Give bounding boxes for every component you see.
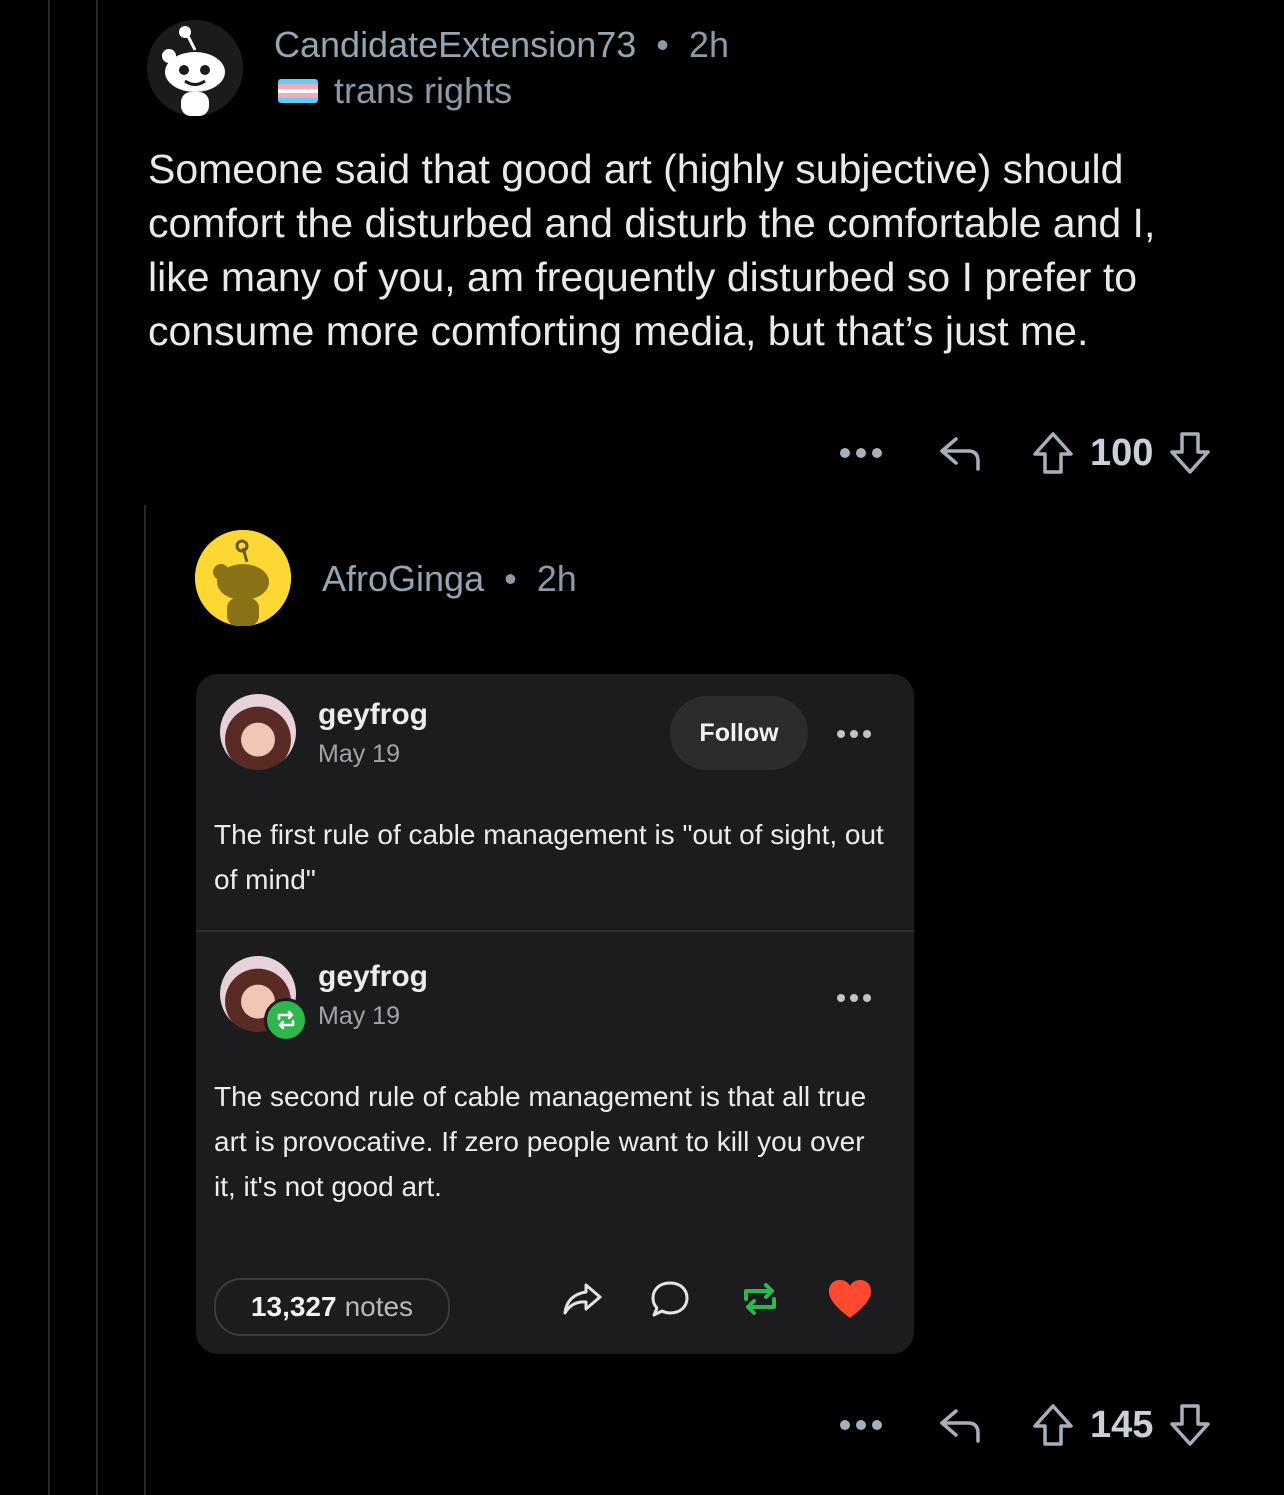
comment-meta: CandidateExtension73 • 2h [274, 24, 729, 66]
comment-actions: 145 [836, 1402, 1215, 1448]
thread-line [96, 0, 98, 1495]
comment-body: Someone said that good art (highly subje… [148, 146, 1156, 354]
reply-icon[interactable] [934, 433, 984, 473]
upvote-icon[interactable] [1028, 430, 1078, 476]
heart-icon[interactable] [826, 1278, 874, 1320]
reblog-icon [277, 1010, 295, 1030]
more-icon[interactable] [836, 990, 872, 1008]
vote-score: 100 [1090, 431, 1154, 474]
comment-meta: AfroGinga • 2h [322, 558, 577, 600]
follow-button[interactable]: Follow [670, 696, 808, 770]
username[interactable]: CandidateExtension73 [274, 24, 636, 65]
post-author: geyfrog [318, 960, 429, 993]
divider [196, 930, 914, 932]
thread-line [48, 0, 50, 1495]
more-icon[interactable] [836, 1419, 886, 1431]
upvote-icon[interactable] [1028, 1402, 1078, 1448]
comment-actions: 100 [836, 430, 1215, 476]
meta-separator: • [656, 24, 669, 65]
timestamp: 2h [536, 558, 577, 599]
post-date: May 19 [318, 740, 400, 768]
notes-number: 13,327 [250, 1291, 337, 1322]
tumblr-avatar [220, 694, 296, 770]
thread-line [144, 505, 146, 1495]
trans-flag-icon [278, 79, 318, 103]
share-icon[interactable] [558, 1279, 606, 1319]
post-text: The second rule of cable management is t… [214, 1081, 867, 1202]
timestamp: 2h [688, 24, 729, 65]
user-flair: trans rights [278, 70, 512, 112]
notes-label: notes [344, 1291, 414, 1322]
meta-separator: • [504, 558, 517, 599]
more-icon[interactable] [836, 447, 886, 459]
username[interactable]: AfroGinga [322, 558, 484, 599]
notes-count[interactable]: 13,327 notes [214, 1278, 450, 1336]
post-actions [558, 1278, 874, 1320]
downvote-icon[interactable] [1165, 1402, 1215, 1448]
vote-score: 145 [1090, 1403, 1154, 1446]
reply-icon[interactable] [934, 1405, 984, 1445]
reblog-badge [264, 998, 308, 1042]
flair-text: trans rights [334, 70, 513, 111]
post-text: The first rule of cable management is "o… [214, 819, 884, 895]
comment-icon[interactable] [646, 1279, 694, 1319]
downvote-icon[interactable] [1165, 430, 1215, 476]
reddit-snoo-avatar-icon [147, 20, 243, 116]
avatar[interactable] [147, 20, 243, 116]
more-icon[interactable] [836, 726, 872, 744]
post-date: May 19 [318, 1002, 400, 1030]
post-author: geyfrog [318, 698, 429, 731]
reblog-icon[interactable] [736, 1279, 784, 1319]
reddit-snoo-avatar-icon [195, 530, 291, 626]
avatar[interactable] [195, 530, 291, 626]
